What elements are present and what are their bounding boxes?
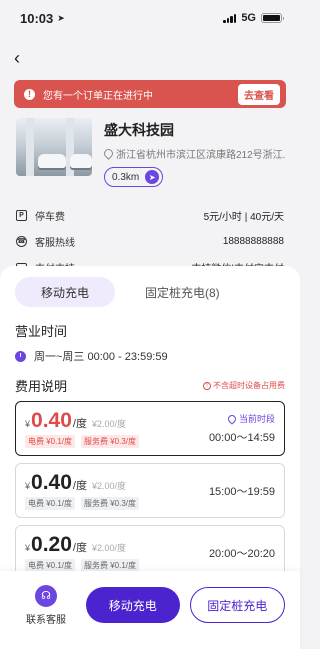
time-period: 00:00～14:59 xyxy=(208,432,275,444)
fee-note: ! 不含超时设备占用费 xyxy=(203,380,285,391)
info-row-value[interactable]: 18888888888 xyxy=(223,236,284,247)
tab-mobile-charging[interactable]: 移动充电 xyxy=(15,277,116,307)
status-bar: 10:03 ➤ 5G xyxy=(0,0,300,36)
phone-icon: ☎ xyxy=(16,235,27,247)
currency-symbol: ¥ xyxy=(25,419,31,429)
navigation-arrow-icon: ➤ xyxy=(145,170,160,184)
price-unit: /度 xyxy=(72,418,87,430)
fee-title: 费用说明 xyxy=(15,379,68,394)
contact-service-label: 联系客服 xyxy=(26,614,66,626)
tab-fixed-charging[interactable]: 固定桩充电(8) xyxy=(119,277,246,307)
fee-header: 费用说明 ! 不含超时设备占用费 xyxy=(15,376,285,395)
ongoing-order-alert: ! 您有一个订单正在进行中 去查看 xyxy=(14,80,286,108)
service-fee-tag: 服务费 ¥0.3/度 xyxy=(81,435,140,448)
currency-symbol: ¥ xyxy=(25,543,31,553)
info-row-hotline[interactable]: ☎ 客服热线 18888888888 xyxy=(16,229,284,253)
info-row-parking: P 停车费 5元/小时 | 40元/天 xyxy=(16,203,284,227)
price-value: 0.40 xyxy=(31,471,72,494)
electric-fee-tag: 电费 ¥0.1/度 xyxy=(25,435,76,448)
distance-label: 0.3km xyxy=(112,171,140,183)
alert-icon: ! xyxy=(24,88,35,100)
info-row-value: 5元/小时 | 40元/天 xyxy=(203,211,284,223)
time-period: 15:00～19:59 xyxy=(208,485,275,498)
price-card: ¥ 0.40 /度 ¥2.00/度 电费 ¥0.1/度 服务费 ¥0.3/度 当… xyxy=(15,401,285,456)
price-value: 0.20 xyxy=(31,533,72,556)
location-pin-icon xyxy=(226,412,238,425)
business-hours-value: 周一~周三 00:00 - 23:59:59 xyxy=(34,351,168,363)
currency-symbol: ¥ xyxy=(25,481,31,491)
info-row-label: 停车费 xyxy=(35,211,65,223)
station-photo xyxy=(16,118,92,176)
location-arrow-icon: ➤ xyxy=(57,12,65,23)
station-name: 盛大科技园 xyxy=(104,122,174,138)
navigate-button[interactable]: 0.3km ➤ xyxy=(104,167,164,187)
station-address: 浙江省杭州市滨江区滨康路212号浙江... xyxy=(104,146,286,161)
info-icon: ! xyxy=(203,381,211,390)
alert-message: 您有一个订单正在进行中 xyxy=(43,90,153,102)
contact-service-button[interactable]: ☊ 联系客服 xyxy=(16,584,76,626)
mobile-charging-button[interactable]: 移动充电 xyxy=(86,587,180,623)
service-fee-tag: 服务费 ¥0.3/度 xyxy=(81,497,140,510)
business-hours-title: 营业时间 xyxy=(15,324,68,339)
bottom-action-bar: ☊ 联系客服 移动充电 固定桩充电 xyxy=(0,571,300,649)
price-card: ¥ 0.40 /度 ¥2.00/度 电费 ¥0.1/度 服务费 ¥0.3/度 1… xyxy=(15,463,285,518)
back-arrow-icon[interactable]: ‹ xyxy=(14,49,20,67)
price-unit: /度 xyxy=(72,480,87,492)
fixed-charging-button[interactable]: 固定桩充电 xyxy=(189,587,285,623)
fee-note-text: 不含超时设备占用费 xyxy=(213,381,285,390)
network-label: 5G xyxy=(241,12,256,24)
price-unit: /度 xyxy=(72,542,87,554)
status-time: 10:03 xyxy=(20,10,54,26)
original-price: ¥2.00/度 xyxy=(91,481,126,491)
parking-icon: P xyxy=(16,209,27,221)
current-period-label: 当前时段 xyxy=(238,414,275,424)
station-summary: 盛大科技园 浙江省杭州市滨江区滨康路212号浙江... 0.3km ➤ xyxy=(0,108,300,187)
time-period: 20:00～20:20 xyxy=(208,547,275,560)
original-price: ¥2.00/度 xyxy=(91,419,126,429)
view-order-button[interactable]: 去查看 xyxy=(238,83,280,105)
business-hours: 周一~周三 00:00 - 23:59:59 xyxy=(15,348,285,364)
clock-icon xyxy=(15,350,26,362)
battery-icon xyxy=(261,13,284,23)
headset-icon: ☊ xyxy=(35,584,57,607)
current-period-badge: 当前时段 xyxy=(209,412,275,425)
nav-bar: ‹ xyxy=(0,36,300,80)
original-price: ¥2.00/度 xyxy=(91,543,126,553)
electric-fee-tag: 电费 ¥0.1/度 xyxy=(25,497,76,510)
station-address-text: 浙江省杭州市滨江区滨康路212号浙江... xyxy=(116,150,286,161)
price-value: 0.40 xyxy=(31,409,72,432)
charging-tabs: 移动充电 固定桩充电(8) xyxy=(15,277,285,307)
signal-icon xyxy=(223,13,237,23)
info-row-label: 客服热线 xyxy=(35,237,75,249)
location-pin-icon xyxy=(104,147,115,160)
